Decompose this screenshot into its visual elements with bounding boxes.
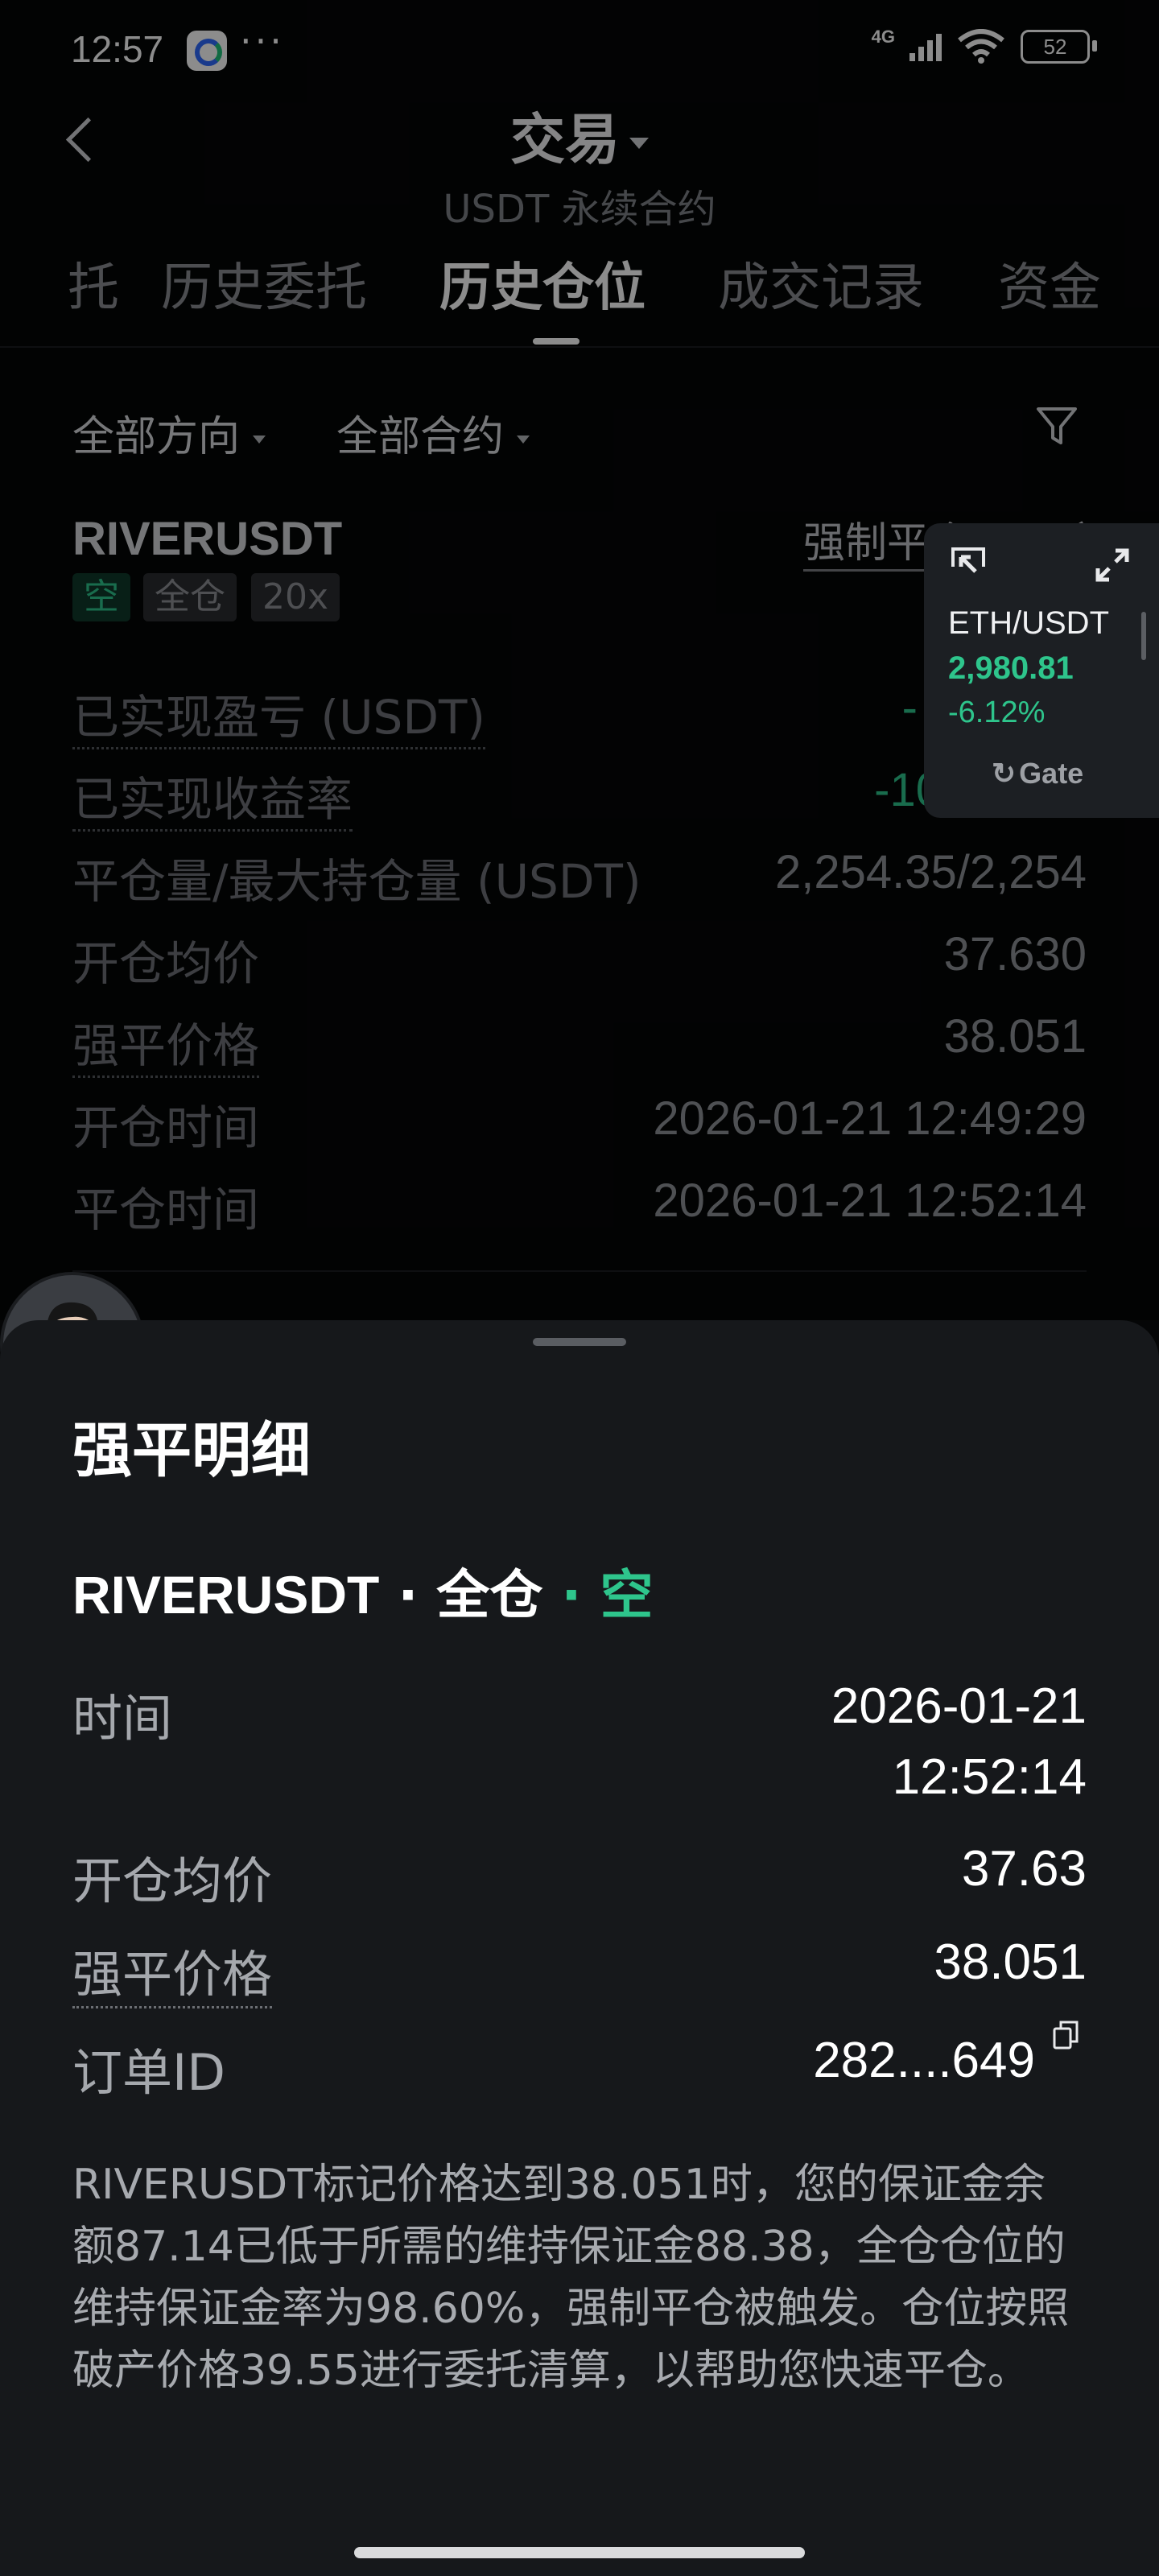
direction-filter[interactable]: 全部方向	[72, 402, 266, 463]
open-time-label: 开仓时间	[72, 1100, 260, 1155]
liquidation-description: RIVERUSDT标记价格达到38.051时，您的保证金余额87.14已低于所需…	[72, 2161, 1070, 2395]
tabs-divider	[0, 346, 1159, 348]
sheet-liq-price-value: 38.051	[934, 1934, 1087, 1990]
shrink-window-icon[interactable]	[950, 546, 987, 583]
tab-funding[interactable]: 资金	[998, 246, 1101, 320]
realized-pnl-value: -	[901, 682, 918, 734]
margin-mode-badge: 全仓	[143, 573, 237, 621]
chevron-down-icon	[253, 436, 266, 444]
filter-icon[interactable]	[1035, 404, 1079, 449]
active-tab-indicator	[533, 338, 580, 345]
avg-open-value: 37.63	[961, 1841, 1087, 1897]
copy-icon[interactable]	[1051, 2019, 1080, 2051]
order-id-value: 282....649	[813, 2033, 1035, 2088]
wifi-icon	[958, 29, 1004, 64]
chevron-down-icon	[517, 436, 530, 444]
contract-filter-label: 全部合约	[336, 413, 505, 461]
sheet-title: 强平明细	[72, 1416, 311, 1485]
tab-order-history[interactable]: 历史委托	[161, 246, 367, 320]
expand-icon[interactable]	[1095, 547, 1130, 583]
battery-icon: 52	[1021, 30, 1097, 64]
sheet-liq-price-label[interactable]: 强平价格	[72, 1934, 273, 2008]
widget-change: -6.12%	[948, 696, 1046, 729]
avg-open-price-value: 37.630	[943, 928, 1087, 980]
side-badge: 空	[72, 573, 130, 621]
liq-price-value: 38.051	[943, 1010, 1087, 1063]
order-id-label: 订单ID	[72, 2043, 226, 2102]
signal-icon	[909, 32, 942, 61]
status-time: 12:57	[71, 28, 164, 70]
realized-pnl-label[interactable]: 已实现盈亏 (USDT)	[72, 679, 486, 749]
avg-open-label: 开仓均价	[72, 1852, 273, 1910]
widget-price: 2,980.81	[948, 650, 1074, 686]
liq-price-label[interactable]: 强平价格	[72, 1008, 260, 1078]
network-type: 4G	[871, 27, 895, 47]
time-clock: 12:52:14	[892, 1749, 1087, 1805]
avg-open-price-label: 开仓均价	[72, 936, 260, 991]
position-summary: RIVERUSDT · 全仓 · 空	[72, 1552, 653, 1629]
sheet-side: 空	[600, 1564, 654, 1626]
sheet-symbol: RIVERUSDT	[72, 1565, 380, 1624]
leverage-badge: 20x	[251, 573, 340, 621]
position-symbol: RIVERUSDT	[72, 513, 343, 565]
status-indicators: 4G 52	[871, 27, 1097, 64]
time-date: 2026-01-21	[831, 1678, 1087, 1734]
separator: ·	[379, 1564, 437, 1626]
close-time-value: 2026-01-21 12:52:14	[653, 1174, 1087, 1227]
close-time-label: 平仓时间	[72, 1183, 260, 1237]
app-notification-icon	[187, 31, 227, 71]
direction-filter-label: 全部方向	[72, 413, 241, 461]
time-label: 时间	[72, 1689, 173, 1748]
realized-roe-label[interactable]: 已实现收益率	[72, 762, 353, 832]
separator-green: ·	[542, 1564, 600, 1626]
gate-logo: ↻ Gate	[992, 757, 1084, 790]
gate-logo-text: Gate	[1019, 757, 1084, 790]
open-time-value: 2026-01-21 12:49:29	[653, 1092, 1087, 1145]
contract-filter[interactable]: 全部合约	[336, 402, 530, 463]
more-notifications-icon: ···	[240, 19, 285, 63]
widget-symbol: ETH/USDT	[948, 605, 1109, 641]
sheet-margin-mode: 全仓	[436, 1564, 543, 1626]
tab-trade-history[interactable]: 成交记录	[718, 246, 924, 320]
page-title[interactable]: 交易	[0, 95, 1159, 175]
tab-current-orders[interactable]: 托	[68, 246, 119, 320]
title-dropdown-icon	[629, 138, 649, 150]
closed-volume-value: 2,254.35/2,254	[774, 846, 1087, 898]
tab-position-history[interactable]: 历史仓位	[439, 246, 645, 320]
closed-volume-label: 平仓量/最大持仓量 (USDT)	[72, 854, 641, 909]
home-indicator[interactable]	[354, 2547, 805, 2558]
sheet-drag-handle[interactable]	[533, 1338, 626, 1346]
widget-scrollbar	[1141, 612, 1146, 660]
page-title-text: 交易	[509, 109, 620, 172]
page-subtitle: USDT 永续合约	[443, 187, 716, 232]
card-divider	[72, 1270, 1087, 1272]
